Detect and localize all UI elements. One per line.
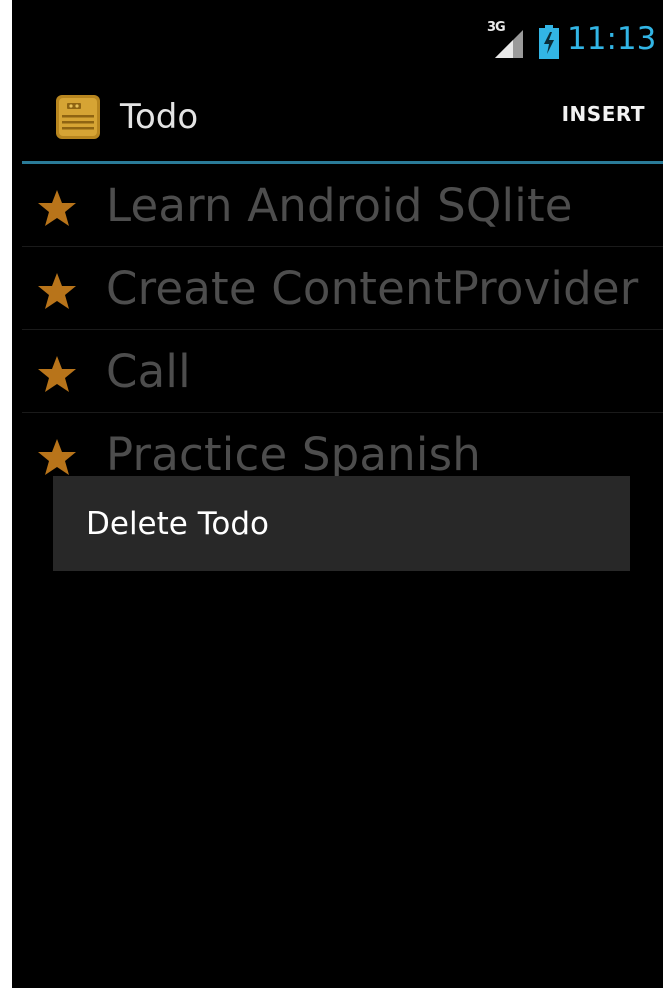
- todo-label: Create ContentProvider: [106, 262, 639, 315]
- star-icon: [37, 355, 77, 393]
- list-item[interactable]: Learn Android SQlite: [22, 164, 663, 247]
- action-bar: Todo INSERT: [12, 82, 663, 162]
- insert-button[interactable]: INSERT: [562, 102, 645, 126]
- context-menu: Delete Todo: [53, 476, 630, 571]
- app-title: Todo: [120, 97, 199, 137]
- star-icon: [37, 438, 77, 476]
- todo-list: Learn Android SQlite Create ContentProvi…: [22, 164, 663, 495]
- star-icon: [37, 272, 77, 310]
- status-clock: 11:13: [567, 21, 657, 57]
- list-item[interactable]: Call: [22, 330, 663, 413]
- star-icon: [37, 189, 77, 227]
- delete-todo-label: Delete Todo: [86, 506, 269, 542]
- notepad-icon[interactable]: [54, 91, 102, 141]
- todo-label: Practice Spanish: [106, 428, 481, 481]
- signal-icon: 3G: [487, 20, 531, 60]
- todo-label: Call: [106, 345, 191, 398]
- todo-label: Learn Android SQlite: [106, 179, 573, 232]
- list-item[interactable]: Create ContentProvider: [22, 247, 663, 330]
- status-bar: 3G 11:13: [12, 0, 663, 82]
- phone-screen: 3G 11:13 Todo INSERT Learn Android SQlit…: [12, 0, 663, 988]
- delete-todo-menu-item[interactable]: Delete Todo: [53, 476, 630, 571]
- battery-charging-icon: [539, 25, 559, 59]
